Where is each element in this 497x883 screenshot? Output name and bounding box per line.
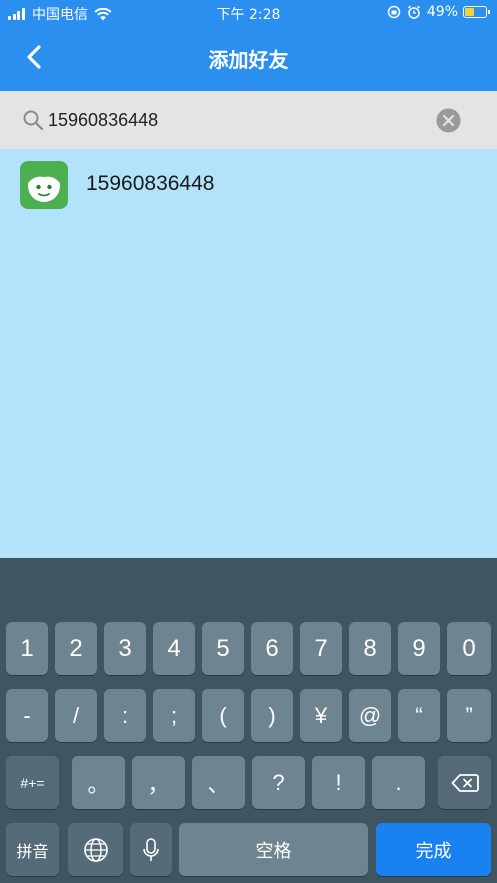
key-6[interactable]: 6 [251,622,293,675]
top-bar: 中国电信 下午 2:28 49% 添加好友 [0,0,497,91]
rotation-lock-icon [387,5,401,19]
search-result-row[interactable]: 15960836448 [0,150,497,220]
key-semicolon[interactable]: ; [153,689,195,742]
key-exclamation[interactable]: ! [312,756,365,809]
key-at[interactable]: @ [349,689,391,742]
alarm-icon [407,5,420,19]
key-2[interactable]: 2 [55,622,97,675]
battery-icon [463,6,490,18]
page-title: 添加好友 [208,48,289,72]
key-left-paren[interactable]: ( [202,689,244,742]
microphone-button[interactable] [130,823,172,876]
key-comma-cn[interactable]: ， [132,756,185,809]
status-bar: 中国电信 下午 2:28 49% [0,0,497,26]
key-colon[interactable]: : [104,689,146,742]
key-slash[interactable]: / [55,689,97,742]
key-symbols-toggle[interactable]: #+= [6,756,59,809]
key-hyphen[interactable]: - [6,689,48,742]
key-8[interactable]: 8 [349,622,391,675]
key-yen[interactable]: ¥ [300,689,342,742]
key-right-quote[interactable]: ” [447,689,491,742]
globe-icon [83,837,108,862]
search-input[interactable] [48,106,428,134]
nav-bar: 添加好友 [0,28,497,88]
key-right-paren[interactable]: ) [251,689,293,742]
key-pinyin[interactable]: 拼音 [6,823,59,876]
key-9[interactable]: 9 [398,622,440,675]
done-button[interactable]: 完成 [376,823,491,876]
key-enum-comma[interactable]: 、 [192,756,245,809]
key-1[interactable]: 1 [6,622,48,675]
search-icon [23,110,44,131]
key-period-cn[interactable]: 。 [72,756,125,809]
space-key[interactable]: 空格 [179,823,368,876]
key-3[interactable]: 3 [104,622,146,675]
key-left-quote[interactable]: “ [398,689,440,742]
search-bar [0,91,497,149]
key-4[interactable]: 4 [153,622,195,675]
globe-button[interactable] [68,823,123,876]
keyboard: 1 2 3 4 5 6 7 8 9 0 - / : ; ( ) ¥ @ “ ” … [0,558,497,883]
key-5[interactable]: 5 [202,622,244,675]
battery-percent: 49% [426,4,458,20]
microphone-icon [143,837,159,861]
backspace-icon [451,773,479,792]
result-name: 15960836448 [86,172,215,195]
key-dot[interactable]: . [372,756,425,809]
key-0[interactable]: 0 [447,622,491,675]
backspace-button[interactable] [438,756,491,809]
clear-icon[interactable] [436,108,461,133]
key-7[interactable]: 7 [300,622,342,675]
face-avatar-icon [20,161,68,209]
key-question[interactable]: ? [252,756,305,809]
